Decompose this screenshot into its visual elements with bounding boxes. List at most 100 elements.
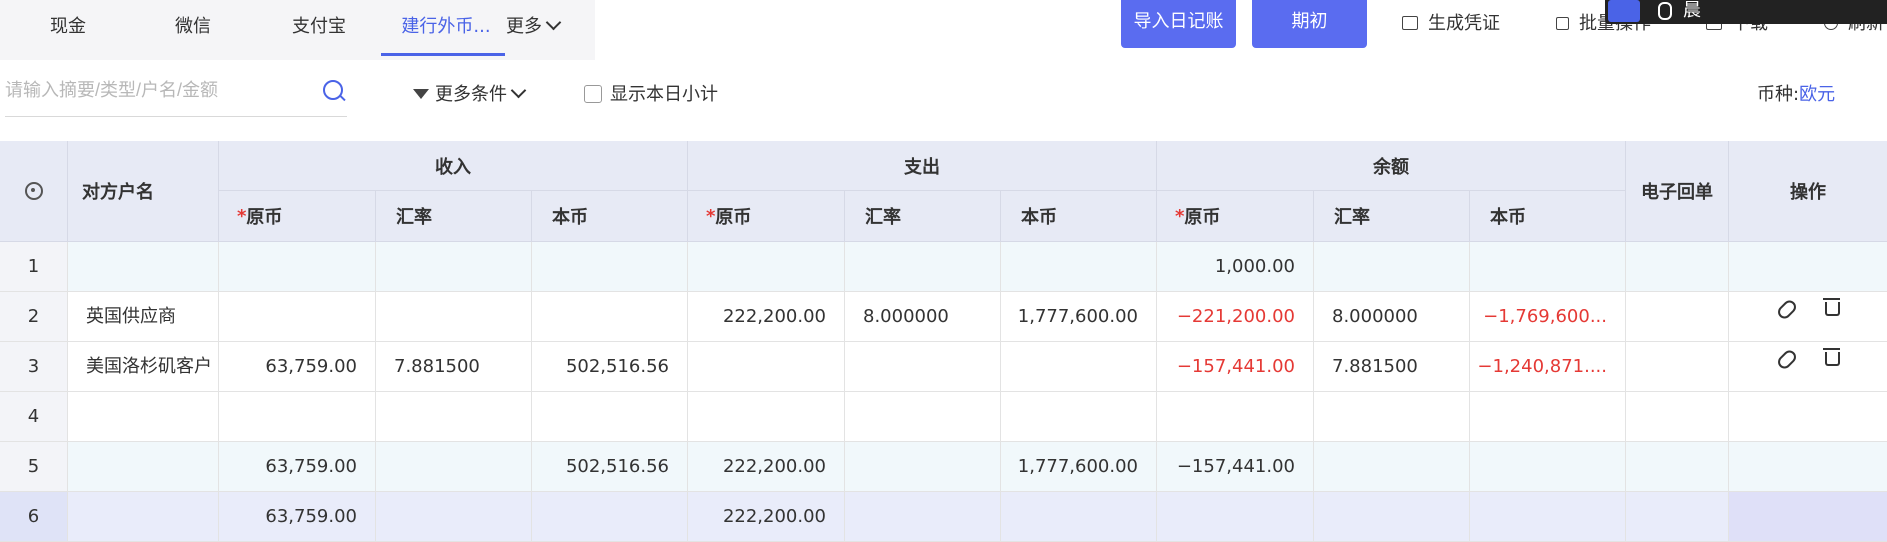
table-row[interactable]: 3 美国洛杉矶客户 63,759.00 7.881500 502,516.56 −157,… <box>0 342 1887 392</box>
tab-cash[interactable]: 现金 <box>46 0 90 60</box>
expense-local-cell[interactable]: 1,777,600.00 <box>1001 442 1157 492</box>
generate-voucher-button[interactable]: 生成凭证 <box>1402 0 1500 50</box>
expense-original-cell[interactable]: 222,200.00 <box>688 292 845 342</box>
income-local-cell[interactable]: 502,516.56 <box>532 442 688 492</box>
counterparty-cell[interactable] <box>68 492 219 542</box>
expense-original-cell[interactable] <box>688 342 845 392</box>
more-tabs-dropdown[interactable]: 更多 <box>506 0 562 60</box>
counterparty-cell[interactable] <box>68 242 219 292</box>
expense-local-cell[interactable]: 1,777,600.00 <box>1001 292 1157 342</box>
expense-rate-cell[interactable] <box>845 492 1001 542</box>
more-conditions-dropdown[interactable]: 更多条件 <box>413 80 527 106</box>
expense-original-cell[interactable]: 222,200.00 <box>688 442 845 492</box>
income-original-cell[interactable] <box>219 292 376 342</box>
income-rate-cell[interactable] <box>376 492 532 542</box>
balance-original-cell[interactable]: 1,000.00 <box>1157 242 1314 292</box>
account-tabs: 现金 微信 支付宝 建行外币... 更多 <box>0 0 595 60</box>
gear-icon[interactable] <box>24 182 43 200</box>
daily-subtotal-checkbox[interactable] <box>584 85 602 103</box>
column-settings[interactable] <box>0 141 68 242</box>
voice-overlay <box>1605 0 1887 24</box>
income-original-cell[interactable]: 63,759.00 <box>219 342 376 392</box>
income-rate-cell[interactable] <box>376 292 532 342</box>
balance-rate-cell[interactable] <box>1314 242 1470 292</box>
currency-selector[interactable]: 币种:欧元 <box>1757 80 1835 106</box>
expense-rate-cell[interactable] <box>845 442 1001 492</box>
table-row[interactable]: 1 1,000.00 <box>0 242 1887 292</box>
balance-local-cell[interactable] <box>1470 392 1626 442</box>
expense-rate-cell[interactable] <box>845 342 1001 392</box>
counterparty-cell[interactable]: 美国洛杉矶客户 <box>68 342 219 392</box>
expense-local-cell[interactable] <box>1001 392 1157 442</box>
header-expense-original: * 原币 <box>688 191 845 242</box>
receipt-cell[interactable] <box>1626 292 1729 342</box>
income-local-cell[interactable] <box>532 242 688 292</box>
table-row[interactable]: 4 <box>0 392 1887 442</box>
balance-local-cell[interactable] <box>1470 242 1626 292</box>
delete-icon[interactable] <box>1822 348 1840 366</box>
tab-ccb-foreign[interactable]: 建行外币... <box>390 0 502 60</box>
balance-local-cell[interactable]: −1,240,871.... <box>1470 342 1626 392</box>
receipt-cell[interactable] <box>1626 392 1729 442</box>
search-input[interactable] <box>5 70 305 110</box>
balance-original-cell[interactable] <box>1157 492 1314 542</box>
filter-icon <box>413 89 429 99</box>
delete-icon[interactable] <box>1822 298 1840 316</box>
balance-original-cell[interactable] <box>1157 392 1314 442</box>
income-local-cell[interactable]: 502,516.56 <box>532 342 688 392</box>
expense-original-cell[interactable] <box>688 392 845 442</box>
counterparty-cell[interactable] <box>68 442 219 492</box>
expense-rate-cell[interactable] <box>845 242 1001 292</box>
search-icon[interactable] <box>323 80 343 100</box>
income-original-cell[interactable]: 63,759.00 <box>219 492 376 542</box>
income-local-cell[interactable] <box>532 392 688 442</box>
balance-rate-cell[interactable]: 8.000000 <box>1314 292 1470 342</box>
income-original-cell[interactable] <box>219 242 376 292</box>
table-row[interactable]: 5 63,759.00 502,516.56 222,200.00 1,777,600.… <box>0 442 1887 492</box>
income-local-cell[interactable] <box>532 292 688 342</box>
income-rate-cell[interactable] <box>376 242 532 292</box>
microphone-icon[interactable] <box>1658 2 1672 20</box>
currency-value[interactable]: 欧元 <box>1799 84 1835 105</box>
balance-local-cell[interactable] <box>1470 492 1626 542</box>
income-original-cell[interactable]: 63,759.00 <box>219 442 376 492</box>
income-local-cell[interactable] <box>532 492 688 542</box>
balance-rate-cell[interactable]: 7.881500 <box>1314 342 1470 392</box>
expense-original-cell[interactable]: 222,200.00 <box>688 492 845 542</box>
table-row[interactable]: 2 英国供应商 222,200.00 8.000000 1,777,600.00 −221… <box>0 292 1887 342</box>
income-rate-cell[interactable] <box>376 442 532 492</box>
expense-rate-cell[interactable] <box>845 392 1001 442</box>
table-row[interactable]: 6 63,759.00 222,200.00 <box>0 492 1887 542</box>
balance-rate-cell[interactable] <box>1314 442 1470 492</box>
tab-alipay[interactable]: 支付宝 <box>288 0 350 60</box>
balance-local-cell[interactable] <box>1470 442 1626 492</box>
user-avatar[interactable] <box>1608 0 1640 22</box>
expense-original-cell[interactable] <box>688 242 845 292</box>
link-icon[interactable] <box>1774 347 1799 372</box>
expense-rate-cell[interactable]: 8.000000 <box>845 292 1001 342</box>
counterparty-cell[interactable]: 英国供应商 <box>68 292 219 342</box>
tab-wechat[interactable]: 微信 <box>171 0 215 60</box>
opening-balance-button[interactable]: 期初 <box>1252 0 1367 48</box>
import-journal-button[interactable]: 导入日记账 <box>1121 0 1236 48</box>
balance-original-cell[interactable]: −157,441.00 <box>1157 342 1314 392</box>
daily-subtotal-toggle[interactable]: 显示本日小计 <box>584 80 718 106</box>
expense-local-cell[interactable] <box>1001 342 1157 392</box>
income-rate-cell[interactable] <box>376 392 532 442</box>
balance-original-cell[interactable]: −221,200.00 <box>1157 292 1314 342</box>
link-icon[interactable] <box>1774 297 1799 322</box>
balance-rate-cell[interactable] <box>1314 492 1470 542</box>
counterparty-cell[interactable] <box>68 392 219 442</box>
receipt-cell[interactable] <box>1626 342 1729 392</box>
receipt-cell[interactable] <box>1626 492 1729 542</box>
balance-local-cell[interactable]: −1,769,600... <box>1470 292 1626 342</box>
balance-original-cell[interactable]: −157,441.00 <box>1157 442 1314 492</box>
receipt-cell[interactable] <box>1626 442 1729 492</box>
income-original-cell[interactable] <box>219 392 376 442</box>
row-actions <box>1729 442 1887 492</box>
income-rate-cell[interactable]: 7.881500 <box>376 342 532 392</box>
balance-rate-cell[interactable] <box>1314 392 1470 442</box>
expense-local-cell[interactable] <box>1001 242 1157 292</box>
expense-local-cell[interactable] <box>1001 492 1157 542</box>
receipt-cell[interactable] <box>1626 242 1729 292</box>
